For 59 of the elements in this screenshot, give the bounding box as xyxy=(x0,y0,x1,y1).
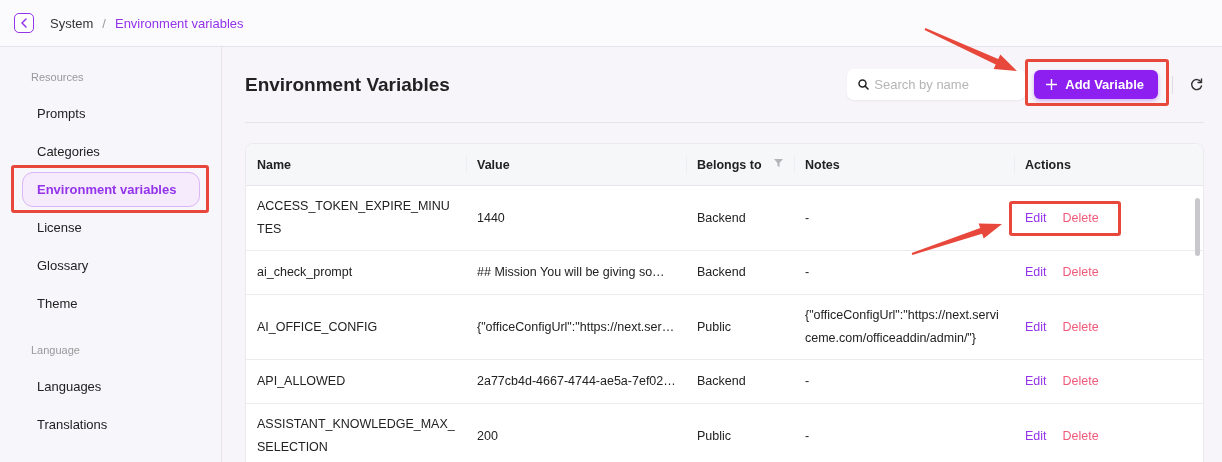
table-cell: {"officeConfigUrl":"https://next.ser… xyxy=(466,294,686,360)
plus-icon xyxy=(1046,79,1058,90)
delete-link[interactable]: Delete xyxy=(1062,424,1099,448)
table-cell: {"officeConfigUrl":"https://next.serviceme.com/officeaddin/admin/"} xyxy=(794,294,1014,360)
add-variable-button[interactable]: Add Variable xyxy=(1034,70,1158,99)
table-cell: ai_check_prompt xyxy=(246,250,466,295)
table-cell: ## Mission You will be giving so… xyxy=(466,250,686,295)
section-heading: Resources xyxy=(30,70,85,85)
search-field[interactable]: Search by name xyxy=(847,69,1026,100)
table-cell: ACCESS_TOKEN_EXPIRE_MINUTES xyxy=(246,185,466,251)
table-cell: 1440 xyxy=(466,185,686,251)
column-header: Name xyxy=(246,144,466,186)
table-cell: - xyxy=(794,250,1014,295)
sidebar-item[interactable]: License xyxy=(22,210,200,245)
sidebar-item[interactable]: Categories xyxy=(22,134,200,169)
sidebar-item[interactable]: Translations xyxy=(22,407,200,442)
sidebar-item[interactable]: Theme xyxy=(22,286,200,321)
delete-link[interactable]: Delete xyxy=(1062,370,1099,393)
breadcrumb-item: Environment variables xyxy=(114,15,244,31)
table-cell: Backend xyxy=(686,185,794,251)
table-cell: Public xyxy=(686,294,794,360)
table-cell: Backend xyxy=(686,359,794,404)
table-cell: AI_OFFICE_CONFIG xyxy=(246,294,466,360)
table-cell: 2a77cb4d-4667-4744-ae5a-7ef02… xyxy=(466,359,686,404)
search-input[interactable]: Search by name xyxy=(874,77,1015,92)
delete-link[interactable]: Delete xyxy=(1062,206,1099,230)
table-cell: 200 xyxy=(466,403,686,462)
edit-link[interactable]: Edit xyxy=(1025,206,1047,230)
breadcrumb-separator: / xyxy=(102,15,106,31)
sidebar-item[interactable]: Glossary xyxy=(22,248,200,283)
refresh-button[interactable] xyxy=(1188,76,1204,93)
breadcrumb-item[interactable]: System xyxy=(50,15,94,31)
column-header: Notes xyxy=(794,144,1014,186)
edit-link[interactable]: Edit xyxy=(1025,315,1047,339)
column-header: Belongs to xyxy=(686,144,794,186)
table-cell: Backend xyxy=(686,250,794,295)
sidebar-item[interactable]: Environment variables xyxy=(22,172,200,207)
scrollbar-thumb[interactable] xyxy=(1195,198,1200,256)
table-cell: Public xyxy=(686,403,794,462)
edit-link[interactable]: Edit xyxy=(1025,424,1047,448)
section-heading: Language xyxy=(30,343,81,358)
table-cell: API_ALLOWED xyxy=(246,359,466,404)
delete-link[interactable]: Delete xyxy=(1062,315,1099,339)
sidebar-item[interactable]: Prompts xyxy=(22,96,200,131)
delete-link[interactable]: Delete xyxy=(1062,261,1099,284)
column-header: Value xyxy=(466,144,686,186)
table-cell: - xyxy=(794,403,1014,462)
page-title: Environment Variables xyxy=(245,73,451,96)
back-button[interactable] xyxy=(14,13,34,33)
refresh-icon xyxy=(1189,78,1203,91)
table-cell: - xyxy=(794,359,1014,404)
search-icon xyxy=(858,79,870,90)
chevron-left-icon xyxy=(20,18,28,28)
edit-link[interactable]: Edit xyxy=(1025,370,1047,393)
table-cell: ASSISTANT_KNOWLEDGE_MAX_SELECTION xyxy=(246,403,466,462)
edit-link[interactable]: Edit xyxy=(1025,261,1047,284)
filter-icon xyxy=(774,159,783,167)
sidebar-item[interactable]: Languages xyxy=(22,369,200,404)
column-header: Actions xyxy=(1014,144,1203,186)
